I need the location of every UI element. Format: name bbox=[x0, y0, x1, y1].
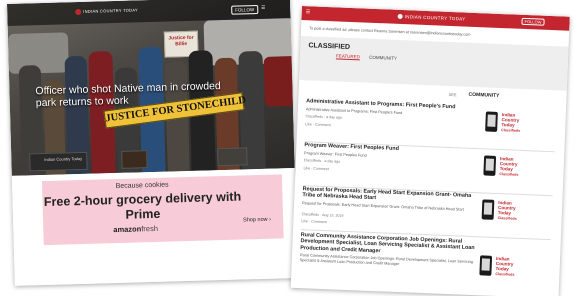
listing-meta: Classifieds · a day ago bbox=[305, 114, 342, 120]
phone-icon bbox=[483, 155, 497, 176]
promo-thumbnail[interactable]: Indian Country Today Classifieds bbox=[499, 156, 526, 178]
listing-actions[interactable]: Like · Comment bbox=[301, 219, 327, 224]
left-screen-article: Justice for Billie JUSTICE FOR STONECHIL… bbox=[7, 0, 298, 286]
thumbnail-caption: Indian Country Today bbox=[44, 155, 83, 163]
listing-actions[interactable]: Like · Comment bbox=[303, 166, 329, 171]
promo-thumbnail[interactable]: Indian Country Today Classifieds bbox=[498, 200, 525, 222]
promo-thumbnail[interactable]: Indian Country Today Classifieds bbox=[495, 256, 522, 278]
listing-meta: Classifieds · Aug 13, 2019 bbox=[301, 212, 344, 218]
related-thumbnail[interactable] bbox=[121, 150, 148, 169]
logo-icon bbox=[397, 13, 403, 20]
menu-icon[interactable]: ☰ bbox=[306, 9, 311, 15]
phone-icon bbox=[479, 255, 493, 276]
menu-icon[interactable]: ☰ bbox=[261, 5, 265, 11]
logo-icon bbox=[75, 8, 82, 16]
listing-actions[interactable]: Like · Comment bbox=[305, 122, 331, 127]
list-item[interactable]: Rural Community Assistance Corporation J… bbox=[299, 232, 551, 296]
advertisement: Because cookies Free 2-hour grocery deli… bbox=[11, 168, 298, 286]
photo-of-two-screens: Justice for Billie JUSTICE FOR STONECHIL… bbox=[0, 0, 574, 296]
amazon-fresh-logo: amazonfresh bbox=[113, 223, 159, 235]
ad-banner[interactable]: Because cookies Free 2-hour grocery deli… bbox=[41, 174, 284, 246]
ad-headline: Free 2-hour grocery delivery with Prime bbox=[43, 189, 242, 222]
right-screen-classifieds: ☰ INDIAN COUNTRY TODAY FOLLOW To post a … bbox=[290, 6, 570, 296]
site-logo[interactable]: INDIAN COUNTRY TODAY bbox=[397, 13, 466, 22]
related-thumbnail[interactable]: Indian Country Today bbox=[29, 151, 88, 172]
promo-thumbnail[interactable]: Indian Country Today Classifieds bbox=[501, 112, 528, 134]
sidebar-label: SEE bbox=[448, 91, 457, 98]
tab-featured[interactable]: FEATURED bbox=[336, 53, 360, 59]
hero-photo: Justice for Billie JUSTICE FOR STONECHIL… bbox=[7, 0, 295, 176]
follow-button[interactable]: FOLLOW bbox=[521, 17, 545, 26]
follow-button[interactable]: FOLLOW bbox=[231, 4, 259, 15]
tab-community[interactable]: COMMUNITY bbox=[369, 55, 397, 61]
shop-now-button[interactable]: Shop now › bbox=[243, 217, 271, 224]
background-car bbox=[263, 55, 295, 107]
phone-icon bbox=[485, 111, 498, 132]
phone-icon bbox=[481, 199, 495, 220]
list-item[interactable]: Request for Proposals: Early Head Start … bbox=[301, 186, 553, 241]
related-thumbnail[interactable] bbox=[217, 147, 248, 167]
sidebar-title: COMMUNITY bbox=[468, 91, 500, 99]
listing-meta: Classifieds · a day ago bbox=[303, 158, 341, 164]
